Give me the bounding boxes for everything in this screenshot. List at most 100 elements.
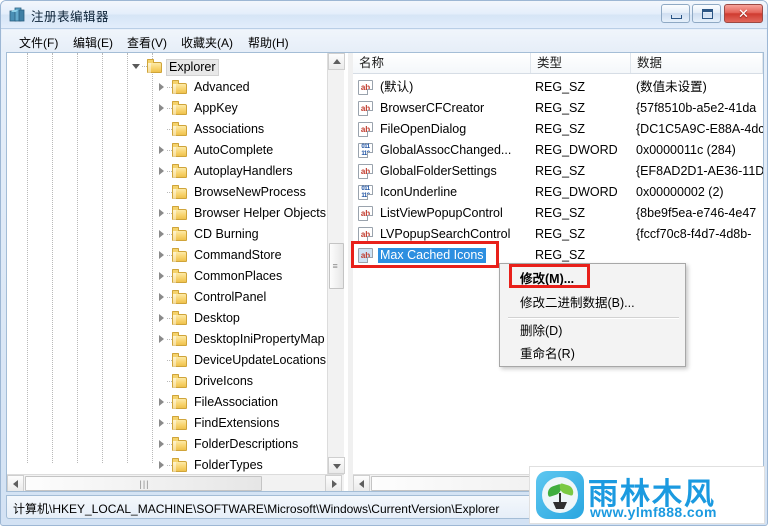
tree-item-label: AutoComplete (194, 143, 274, 157)
registry-tree-pane[interactable]: Explorer Advanced AppKey Associations AutoCo… (7, 53, 348, 491)
value-type: REG_SZ (535, 122, 586, 136)
tree-item-15[interactable]: DriveIcons (7, 371, 329, 392)
tree-item-4[interactable]: AutoComplete (7, 140, 329, 161)
value-type: REG_SZ (535, 80, 586, 94)
menu-item-0[interactable]: 文件(F) (16, 33, 61, 52)
string-value-icon: ab (358, 206, 373, 221)
folder-icon (172, 290, 188, 304)
value-context-menu[interactable]: 修改(M)... 修改二进制数据(B)... 删除(D) 重命名(R) (499, 263, 686, 367)
ab-glyph: ab (360, 251, 371, 260)
expand-triangle-icon[interactable] (157, 272, 166, 281)
tree-item-label: Associations (194, 122, 265, 136)
value-name: (默认) (380, 80, 414, 94)
context-menu-item-3[interactable]: 重命名(R) (502, 343, 685, 366)
scroll-left-button[interactable] (353, 475, 370, 491)
tree-item-16[interactable]: FileAssociation (7, 392, 329, 413)
tree-vertical-scrollbar[interactable]: ≡ (327, 53, 345, 474)
menu-item-3[interactable]: 收藏夹(A) (178, 33, 236, 52)
tree-item-17[interactable]: FindExtensions (7, 413, 329, 434)
folder-icon (172, 164, 188, 178)
expand-triangle-icon[interactable] (157, 251, 166, 260)
expand-triangle-icon[interactable] (157, 335, 166, 344)
column-header-0[interactable]: 名称 (353, 53, 531, 73)
tree-hscroll-thumb[interactable]: ||| (25, 476, 262, 491)
close-button[interactable]: ✕ (724, 4, 763, 23)
value-row[interactable]: 011 110 IconUnderline REG_DWORD 0x00000002 (… (353, 182, 763, 203)
value-row[interactable]: ab ListViewPopupControl REG_SZ {8be9f5ea-e7… (353, 203, 763, 224)
scroll-down-button[interactable] (328, 457, 345, 474)
expand-triangle-icon[interactable] (157, 440, 166, 449)
tree-item-14[interactable]: DeviceUpdateLocations (7, 350, 329, 371)
value-row[interactable]: 011 110 GlobalAssocChanged... REG_DWORD 0x00… (353, 140, 763, 161)
menu-item-4[interactable]: 帮助(H) (245, 33, 292, 52)
tree-item-6[interactable]: BrowseNewProcess (7, 182, 329, 203)
tree-item-12[interactable]: Desktop (7, 308, 329, 329)
tree-item-0[interactable]: Explorer (7, 56, 329, 77)
value-row[interactable]: ab LVPopupSearchControl REG_SZ {fccf70c8-f4… (353, 224, 763, 245)
tree-item-19[interactable]: FolderTypes (7, 455, 329, 476)
tree-item-10[interactable]: CommonPlaces (7, 266, 329, 287)
menu-item-1[interactable]: 编辑(E) (70, 33, 116, 52)
title-bar[interactable]: 注册表编辑器 ✕ (1, 1, 767, 29)
context-menu-item-1[interactable]: 修改二进制数据(B)... (502, 292, 685, 315)
context-menu-item-2[interactable]: 删除(D) (502, 320, 685, 343)
folder-icon (147, 59, 163, 73)
tree-item-7[interactable]: Browser Helper Objects (7, 203, 329, 224)
tree-item-label: AppKey (194, 101, 238, 115)
sprout-disc (542, 477, 578, 513)
value-data: {DC1C5A9C-E88A-4dc (636, 122, 763, 136)
expand-triangle-icon[interactable] (157, 419, 166, 428)
value-row[interactable]: ab BrowserCFCreator REG_SZ {57f8510b-a5e2-4… (353, 98, 763, 119)
tree-item-1[interactable]: Advanced (7, 77, 329, 98)
tree-item-18[interactable]: FolderDescriptions (7, 434, 329, 455)
context-menu-item-0[interactable]: 修改(M)... (502, 268, 685, 291)
tree-horizontal-scrollbar[interactable]: ||| (7, 474, 344, 491)
string-value-icon: ab (358, 248, 373, 263)
expand-triangle-icon[interactable] (157, 104, 166, 113)
tree-item-2[interactable]: AppKey (7, 98, 329, 119)
expand-triangle-icon[interactable] (157, 167, 166, 176)
value-name: GlobalFolderSettings (380, 164, 497, 178)
tree-scroll-thumb[interactable]: ≡ (329, 243, 344, 289)
tree-item-13[interactable]: DesktopIniPropertyMap (7, 329, 329, 350)
tree-item-11[interactable]: ControlPanel (7, 287, 329, 308)
tree-item-8[interactable]: CD Burning (7, 224, 329, 245)
tree-item-label: FolderTypes (194, 458, 263, 472)
collapse-triangle-icon[interactable] (132, 62, 141, 71)
folder-icon (172, 458, 188, 472)
expand-triangle-icon[interactable] (157, 146, 166, 155)
expand-triangle-icon[interactable] (157, 209, 166, 218)
value-type: REG_DWORD (535, 143, 618, 157)
tree-item-label: CommonPlaces (194, 269, 283, 283)
maximize-button[interactable] (692, 4, 721, 23)
binary-value-icon: 011 110 (358, 185, 373, 200)
expand-triangle-icon[interactable] (157, 293, 166, 302)
folder-icon (172, 353, 188, 367)
column-header-1[interactable]: 类型 (531, 53, 631, 73)
pot-icon (553, 502, 567, 509)
scroll-up-button[interactable] (328, 53, 345, 70)
expand-triangle-icon[interactable] (157, 461, 166, 470)
value-name: LVPopupSearchControl (380, 227, 511, 241)
ab-glyph: ab (360, 167, 371, 176)
minimize-button[interactable] (661, 4, 690, 23)
expand-triangle-icon[interactable] (157, 398, 166, 407)
ab-glyph: ab (360, 230, 371, 239)
value-row[interactable]: ab (默认) REG_SZ (数值未设置) (353, 77, 763, 98)
menu-separator (508, 317, 679, 319)
scroll-right-button[interactable] (325, 475, 342, 491)
menu-item-2[interactable]: 查看(V) (124, 33, 170, 52)
value-name: FileOpenDialog (380, 122, 467, 136)
expand-triangle-icon[interactable] (157, 314, 166, 323)
value-row[interactable]: ab FileOpenDialog REG_SZ {DC1C5A9C-E88A-4dc (353, 119, 763, 140)
tree-item-3[interactable]: Associations (7, 119, 329, 140)
column-header-2[interactable]: 数据 (631, 53, 763, 73)
scroll-left-button[interactable] (7, 475, 24, 491)
tree-item-5[interactable]: AutoplayHandlers (7, 161, 329, 182)
value-row[interactable]: ab GlobalFolderSettings REG_SZ {EF8AD2D1-AE… (353, 161, 763, 182)
tree-item-label: FolderDescriptions (194, 437, 299, 451)
tree-item-9[interactable]: CommandStore (7, 245, 329, 266)
expand-triangle-icon[interactable] (157, 83, 166, 92)
folder-icon (172, 101, 188, 115)
expand-triangle-icon[interactable] (157, 230, 166, 239)
